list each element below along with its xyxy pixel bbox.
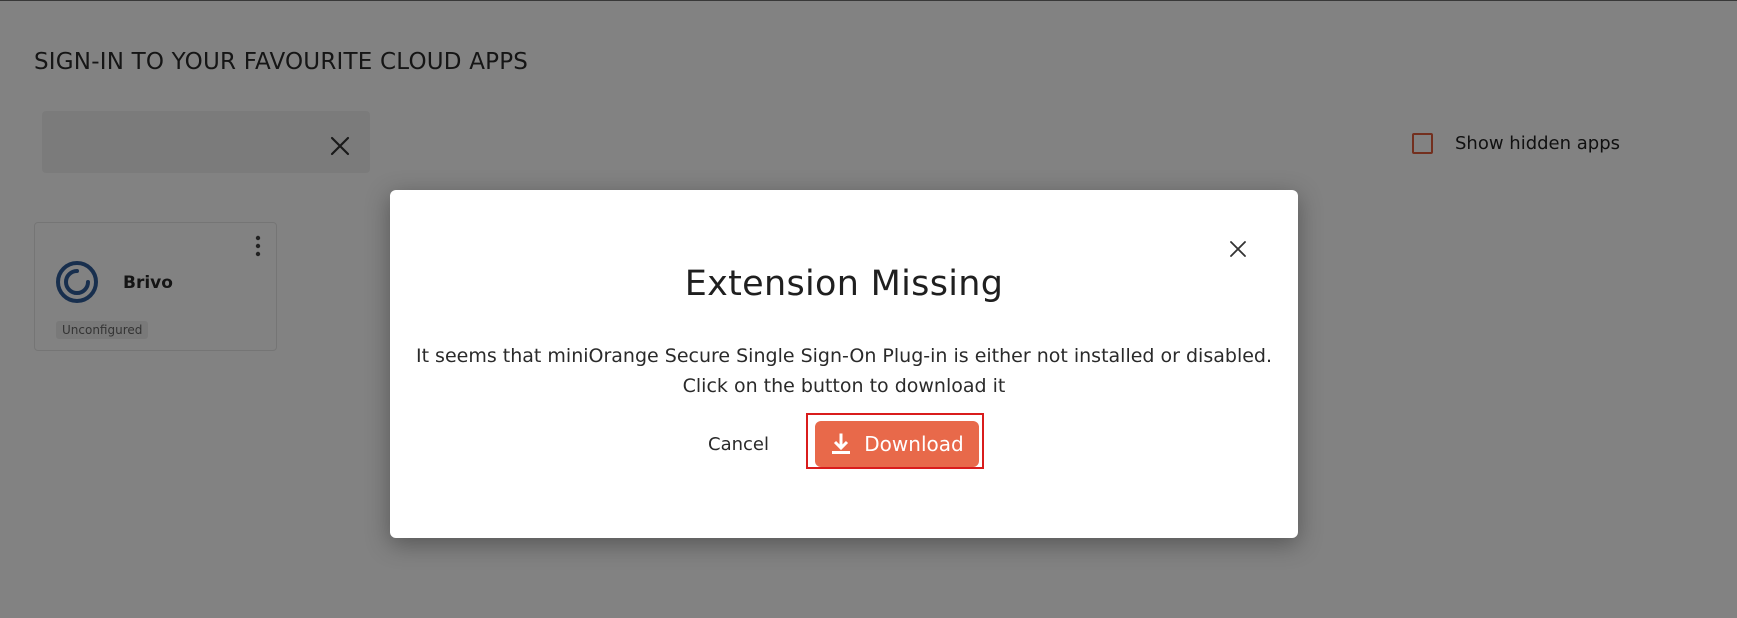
cancel-button[interactable]: Cancel — [702, 430, 775, 459]
download-button-label: Download — [864, 432, 964, 456]
dialog-message-line-2: Click on the button to download it — [682, 375, 1006, 397]
extension-missing-dialog: Extension Missing It seems that miniOran… — [390, 190, 1298, 538]
dialog-message-line-1: It seems that miniOrange Secure Single S… — [415, 345, 1273, 367]
dialog-actions: Cancel Download — [390, 413, 1298, 472]
download-button[interactable]: Download — [815, 421, 979, 467]
close-icon[interactable] — [1229, 240, 1247, 258]
dialog-message: It seems that miniOrange Secure Single S… — [390, 341, 1298, 401]
dialog-title: Extension Missing — [684, 264, 1004, 304]
download-icon — [832, 433, 851, 454]
